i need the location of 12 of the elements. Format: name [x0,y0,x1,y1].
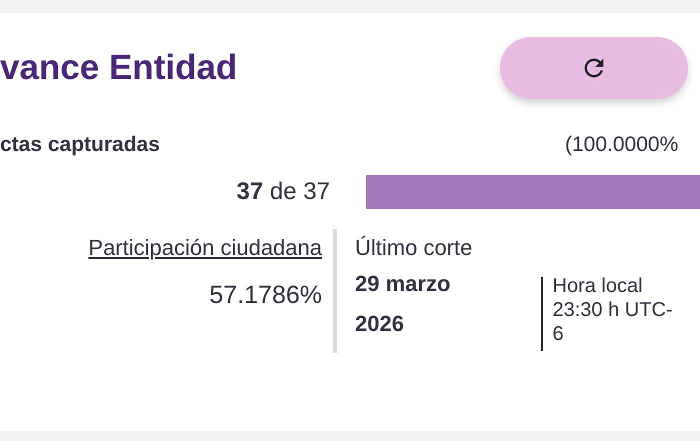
actas-percent: (100.0000% [565,133,680,157]
cut-year: 2026 [355,311,405,337]
last-cut-label: Último corte [355,235,474,261]
participation-value: 57.1786% [209,281,322,310]
actas-label: ctas capturadas [0,133,160,157]
actas-count: 37 de 37 [236,178,330,206]
local-time-label: Hora local [552,274,644,298]
local-time: 23:30 h UTC-6 [552,298,674,346]
refresh-button[interactable] [500,37,688,99]
cut-date: 29 marzo [355,271,452,297]
card-title: vance Entidad [0,48,238,88]
participation-link[interactable]: Participación ciudadana [88,235,322,261]
